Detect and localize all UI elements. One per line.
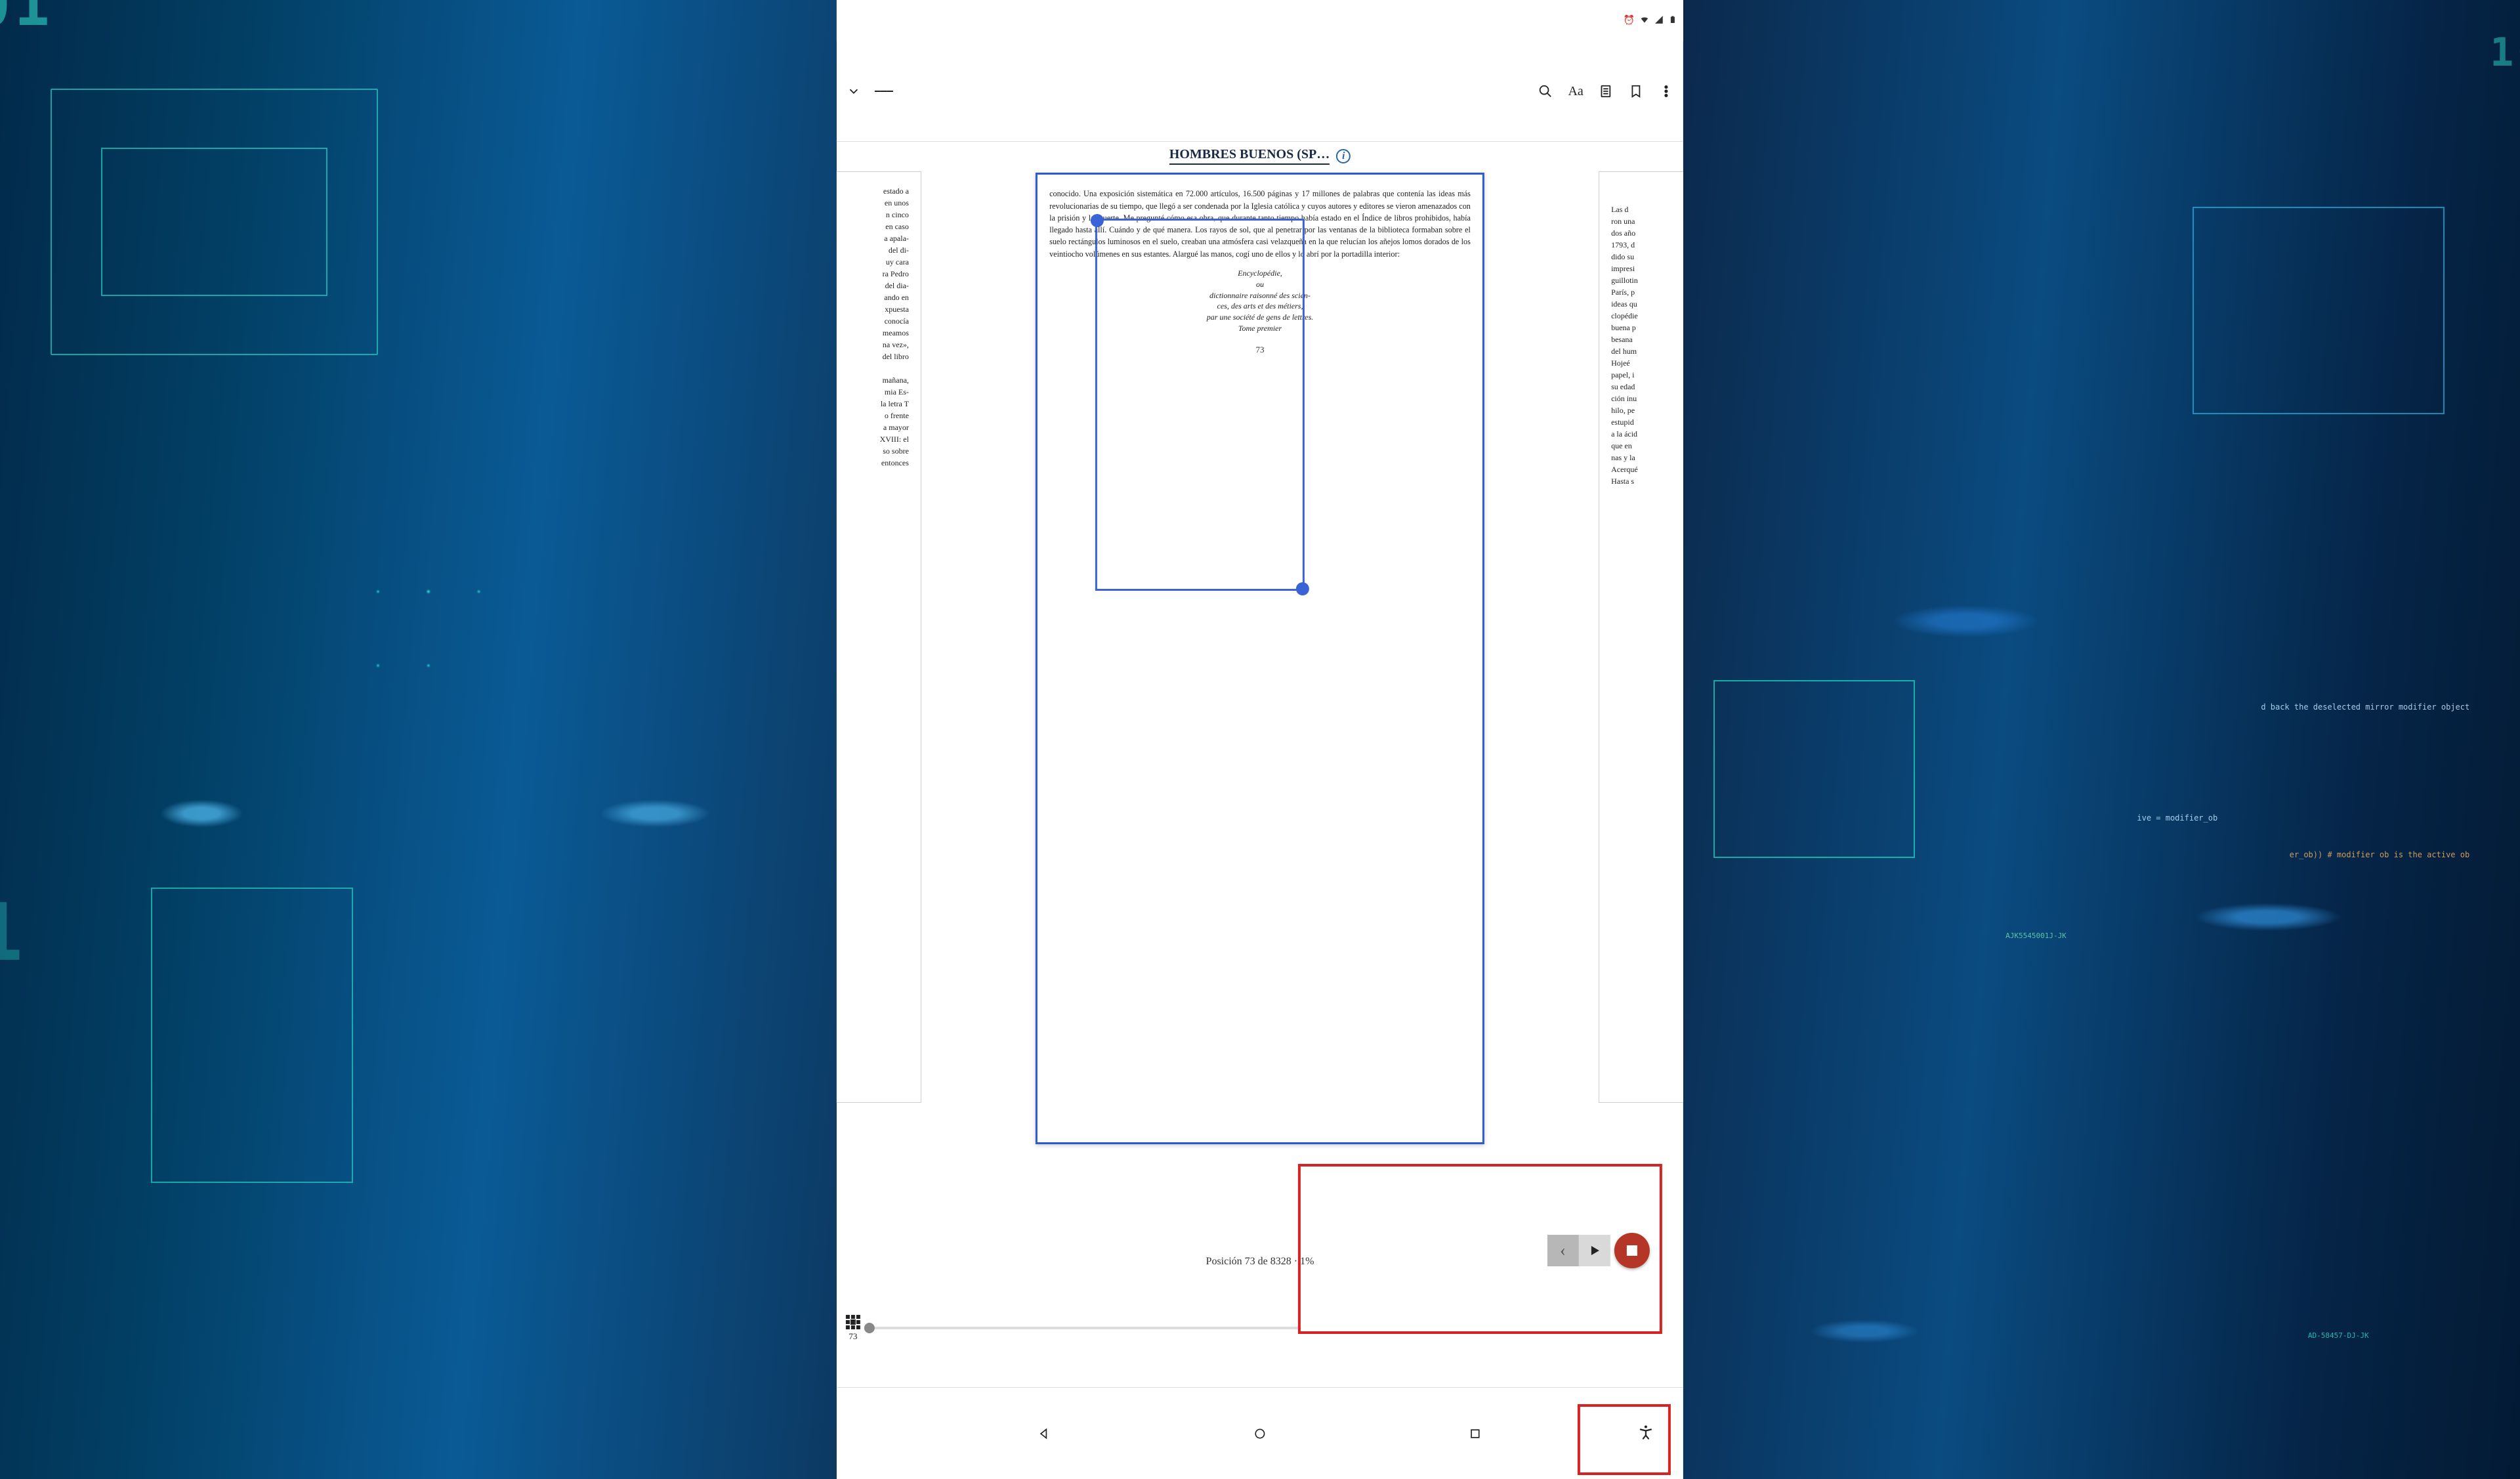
- info-button[interactable]: i: [1336, 149, 1351, 163]
- reader-toolbar: Aa: [837, 41, 1683, 142]
- bg-code-line: d back the deselected mirror modifier ob…: [2261, 702, 2469, 712]
- nav-home-button[interactable]: [1253, 1426, 1267, 1441]
- signal-icon: [1654, 15, 1664, 27]
- nav-recents-button[interactable]: [1468, 1426, 1482, 1441]
- circuit-line: [1713, 680, 1915, 857]
- book-title-bar: HOMBRES BUENOS (SP… i: [837, 142, 1683, 169]
- bg-digits: 10: [2490, 30, 2520, 75]
- menu-button[interactable]: [875, 82, 893, 100]
- accessibility-button[interactable]: [1638, 1424, 1654, 1443]
- page-text: conocido. Una exposición sistemática en …: [1049, 188, 1471, 260]
- grid-icon: [846, 1315, 860, 1329]
- slider-thumb[interactable]: [864, 1323, 875, 1333]
- page-text: estado a en unos n cinco en caso a apala…: [837, 185, 909, 469]
- toc-button[interactable]: [1597, 82, 1615, 100]
- next-page-preview[interactable]: Avec a Las d ron una dos año 1793, d did…: [1599, 171, 1683, 1103]
- bg-code-line: AJK5545001J-JK: [2006, 932, 2067, 940]
- tts-stop-button[interactable]: [1614, 1233, 1650, 1268]
- tts-previous-button[interactable]: ‹: [1547, 1235, 1579, 1266]
- phone-frame: ⏰ Aa HOMBRES BUENOS: [837, 0, 1683, 1479]
- circuit-line: [101, 148, 328, 295]
- tts-play-button[interactable]: [1579, 1235, 1610, 1266]
- bg-code-line: ive = modifier_ob: [2137, 813, 2217, 823]
- progress-slider[interactable]: [870, 1327, 1301, 1329]
- circuit-line: [151, 888, 352, 1184]
- overflow-menu-button[interactable]: [1657, 82, 1675, 100]
- android-status-bar: ⏰: [837, 0, 1683, 41]
- nav-back-button[interactable]: [1038, 1426, 1052, 1441]
- circuit-line: [2193, 207, 2445, 414]
- current-page[interactable]: conocido. Una exposición sistemática en …: [1036, 173, 1484, 1144]
- bookmark-button[interactable]: [1627, 82, 1645, 100]
- back-button[interactable]: [845, 82, 863, 100]
- accessibility-highlight-box: [1578, 1404, 1671, 1475]
- bg-digits: 01: [0, 888, 27, 979]
- selection-handle-end[interactable]: [1296, 582, 1309, 595]
- wifi-icon: [1640, 15, 1649, 27]
- page-carousel[interactable]: estado a en unos n cinco en caso a apala…: [837, 169, 1683, 1252]
- search-button[interactable]: [1536, 82, 1555, 100]
- android-nav-bar: [837, 1387, 1683, 1479]
- page-number: 73: [1049, 343, 1471, 356]
- font-settings-button[interactable]: Aa: [1566, 82, 1585, 100]
- alarm-icon: ⏰: [1624, 16, 1635, 26]
- bg-digits: 01: [0, 0, 54, 39]
- page-running-head: Avec a: [1611, 185, 1683, 197]
- book-title: HOMBRES BUENOS (SP…: [1169, 147, 1330, 165]
- tts-player: ‹: [1547, 1188, 1650, 1314]
- bg-code-line: AD-58457-DJ-JK: [2308, 1331, 2369, 1340]
- bg-code-line: er_ob)) # modifier ob is the active ob: [2290, 850, 2470, 859]
- battery-icon: [1669, 14, 1677, 28]
- encyclopedie-block: Encyclopédie, ou dictionnaire raisonné d…: [1049, 268, 1471, 334]
- grid-page-number: 73: [849, 1331, 857, 1342]
- page-grid-button[interactable]: 73: [846, 1315, 860, 1342]
- previous-page-preview[interactable]: estado a en unos n cinco en caso a apala…: [837, 171, 921, 1103]
- page-text: Las d ron una dos año 1793, d dido su im…: [1611, 204, 1683, 487]
